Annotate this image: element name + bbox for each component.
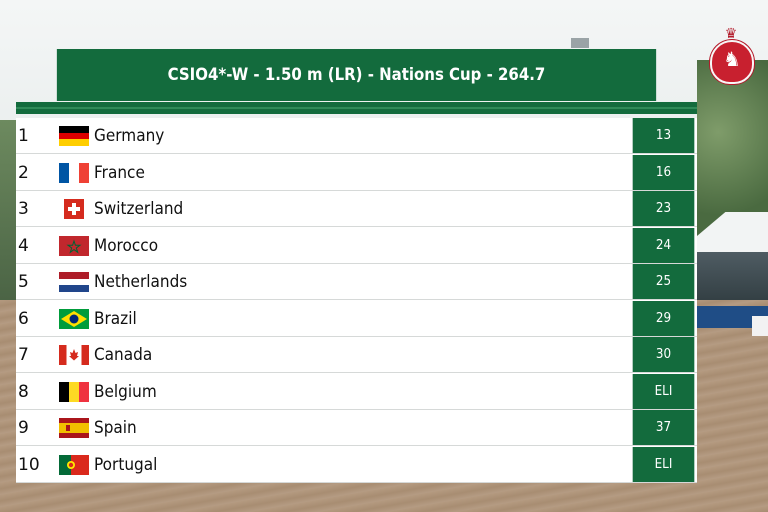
country-name: Switzerland (94, 199, 184, 219)
morocco-royal-tour-logo: ♛ ♞ (700, 26, 762, 106)
shield-icon: ♞ (710, 40, 754, 84)
header-divider (16, 102, 697, 114)
board-title: CSIO4*-W - 1.50 m (LR) - Nations Cup - 2… (56, 49, 657, 101)
penalty-score: 23 (632, 191, 695, 226)
penalty-score: 37 (632, 410, 695, 445)
morocco-flag-icon (59, 235, 89, 256)
country-name: Canada (94, 345, 153, 365)
rank-number: 3 (18, 199, 29, 219)
penalty-score: 30 (632, 337, 695, 372)
crown-icon: ♛ (724, 25, 738, 41)
result-row: 10 Portugal ELI (16, 446, 697, 483)
penalty-score: 13 (632, 118, 695, 153)
results-board: CSIO4*-W - 1.50 m (LR) - Nations Cup - 2… (16, 49, 697, 483)
result-row: 7 Canada 30 (16, 337, 697, 373)
arena-sign (752, 316, 768, 336)
result-row: 1 Germany 13 (16, 118, 697, 154)
france-flag-icon (59, 162, 89, 183)
horse-icon: ♞ (723, 49, 741, 71)
switzerland-flag-icon (59, 199, 89, 219)
result-row: 2 France 16 (16, 154, 697, 191)
belgium-flag-icon (59, 381, 89, 402)
penalty-score: ELI (632, 373, 695, 409)
brazil-flag-icon (59, 308, 89, 329)
rank-number: 4 (18, 235, 29, 256)
germany-flag-icon (59, 126, 89, 146)
penalty-score: 25 (632, 264, 695, 299)
portugal-flag-icon (59, 454, 89, 475)
rank-number: 8 (18, 381, 29, 402)
result-row: 6 Brazil 29 (16, 300, 697, 337)
rank-number: 9 (18, 418, 29, 438)
result-row: 8 Belgium ELI (16, 373, 697, 410)
rank-number: 7 (18, 345, 29, 365)
result-row: 4 Morocco 24 (16, 227, 697, 264)
netherlands-flag-icon (59, 272, 89, 292)
rank-number: 10 (18, 454, 40, 475)
country-name: Belgium (94, 381, 157, 402)
result-row: 3 Switzerland 23 (16, 191, 697, 227)
country-name: France (94, 162, 145, 183)
rank-number: 5 (18, 272, 29, 292)
result-row: 9 Spain 37 (16, 410, 697, 446)
result-row: 5 Netherlands 25 (16, 264, 697, 300)
country-name: Morocco (94, 235, 159, 256)
penalty-score: 16 (632, 154, 695, 190)
country-name: Brazil (94, 308, 137, 329)
results-list: 1 Germany 13 2 France 16 3 Switzerland 23 4 Morocc… (16, 118, 697, 483)
country-name: Netherlands (94, 272, 188, 292)
penalty-score: ELI (632, 446, 695, 482)
spain-flag-icon (59, 418, 89, 438)
country-name: Portugal (94, 454, 158, 475)
penalty-score: 24 (632, 227, 695, 263)
canada-flag-icon (59, 345, 89, 365)
rank-number: 1 (18, 126, 29, 146)
rank-number: 6 (18, 308, 29, 329)
country-name: Spain (94, 418, 137, 438)
penalty-score: 29 (632, 300, 695, 336)
light-pole (571, 38, 589, 48)
country-name: Germany (94, 126, 165, 146)
rank-number: 2 (18, 162, 29, 183)
